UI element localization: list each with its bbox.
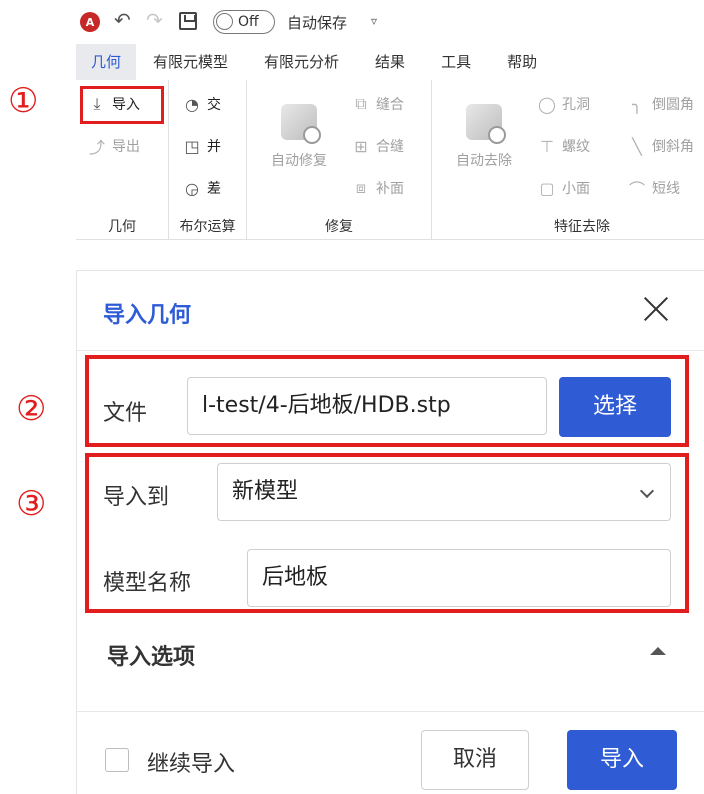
dialog-title: 导入几何: [103, 303, 192, 328]
merge-seam-icon: ⊞: [354, 136, 368, 156]
fillet-icon: ╮: [632, 94, 642, 114]
tab-help[interactable]: 帮助: [494, 44, 550, 80]
continue-import-checkbox[interactable]: [105, 748, 129, 772]
autosave-label: 自动保存: [287, 14, 348, 32]
redo-icon[interactable]: ↷: [146, 8, 163, 32]
tab-geometry[interactable]: 几何: [76, 44, 137, 80]
union-label: 并: [207, 139, 221, 155]
hole-label: 孔洞: [562, 97, 590, 113]
collapse-up-icon[interactable]: [650, 647, 666, 655]
stitch-button[interactable]: ⧉ 缝合: [352, 94, 404, 114]
dialog-footer: 继续导入 取消 导入: [77, 711, 704, 794]
patch-icon: ⧈: [355, 178, 367, 197]
toggle-label: Off: [238, 14, 259, 30]
intersect-label: 交: [207, 97, 221, 113]
qat-dropdown-icon[interactable]: ▿: [371, 14, 377, 28]
group-boolean: ◔ 交 ◳ 并 ◶ 差 布尔运算: [169, 80, 247, 239]
short-edge-label: 短线: [652, 181, 680, 197]
tab-fe-model[interactable]: 有限元模型: [140, 44, 241, 80]
stitch-label: 缝合: [376, 97, 404, 113]
auto-repair-icon: [281, 104, 321, 144]
continue-import-label: 继续导入: [147, 752, 236, 777]
auto-remove-icon: [466, 104, 506, 144]
chamfer-button[interactable]: ╲ 倒斜角: [628, 136, 694, 156]
ribbon: A ↶ ↷ Off 自动保存 ▿ 几何 有限元模型 有限元分析 结果 工具 帮助…: [76, 0, 704, 240]
auto-repair-label: 自动修复: [271, 153, 327, 169]
intersect-icon: ◔: [185, 94, 199, 114]
highlight-target-rows: [85, 453, 689, 613]
merge-seam-button[interactable]: ⊞ 合缝: [352, 136, 404, 156]
fillet-label: 倒圆角: [652, 97, 694, 113]
group-label-feature-removal: 特征去除: [554, 219, 610, 235]
small-face-icon: ▢: [539, 178, 555, 198]
quick-access-toolbar: A ↶ ↷ Off 自动保存 ▿: [76, 0, 704, 44]
fillet-button[interactable]: ╮ 倒圆角: [628, 94, 694, 114]
thread-button[interactable]: ⊤ 螺纹: [538, 136, 590, 156]
auto-remove-label: 自动去除: [456, 153, 512, 169]
tab-results[interactable]: 结果: [362, 44, 418, 80]
short-edge-button[interactable]: ⌒ 短线: [628, 178, 680, 199]
export-button[interactable]: ⤴ 导出: [88, 136, 140, 157]
export-icon: ⤴: [88, 138, 105, 157]
group-label-boolean: 布尔运算: [179, 219, 236, 235]
save-icon[interactable]: [179, 12, 197, 30]
patch-label: 补面: [376, 181, 404, 197]
dialog-header: 导入几何: [77, 271, 704, 351]
auto-remove-button[interactable]: 自动去除: [444, 104, 524, 170]
small-face-label: 小面: [562, 181, 590, 197]
tab-fe-analysis[interactable]: 有限元分析: [251, 44, 352, 80]
confirm-import-button[interactable]: 导入: [567, 730, 677, 790]
step-2-marker: ②: [16, 389, 47, 429]
intersect-button[interactable]: ◔ 交: [183, 94, 221, 114]
group-repair: 自动修复 ⧉ 缝合 ⊞ 合缝 ⧈ 补面 修复: [247, 80, 432, 239]
union-icon: ◳: [184, 136, 200, 156]
subtract-icon: ◶: [185, 178, 199, 198]
export-label: 导出: [112, 139, 140, 155]
stitch-icon: ⧉: [355, 94, 367, 113]
merge-seam-label: 合缝: [376, 139, 404, 155]
ribbon-groups: ⤓ 导入 ⤴ 导出 几何 ◔ 交 ◳ 并 ◶ 差 布尔运算 自动修复 ⧉ 缝合 …: [76, 80, 704, 239]
cancel-button[interactable]: 取消: [421, 730, 529, 790]
import-geometry-dialog: 导入几何 文件 l-test/4-后地板/HDB.stp 选择 导入到 新模型 …: [76, 270, 704, 794]
highlight-import-button: [80, 86, 164, 124]
tab-tools[interactable]: 工具: [428, 44, 484, 80]
auto-repair-button[interactable]: 自动修复: [261, 104, 337, 170]
hole-button[interactable]: ◯ 孔洞: [538, 94, 590, 114]
group-label-repair: 修复: [325, 219, 353, 235]
patch-button[interactable]: ⧈ 补面: [352, 178, 404, 198]
subtract-label: 差: [207, 181, 221, 197]
small-face-button[interactable]: ▢ 小面: [538, 178, 590, 198]
thread-icon: ⊤: [540, 136, 554, 156]
step-1-marker: ①: [8, 81, 39, 121]
highlight-file-row: [85, 355, 689, 447]
hole-icon: ◯: [538, 94, 556, 114]
chamfer-label: 倒斜角: [652, 139, 694, 155]
group-feature-removal: 自动去除 ◯ 孔洞 ⊤ 螺纹 ▢ 小面 ╮ 倒圆角 ╲ 倒斜角 ⌒ 短线 特征去…: [432, 80, 704, 239]
union-button[interactable]: ◳ 并: [183, 136, 221, 156]
step-3-marker: ③: [16, 484, 47, 524]
subtract-button[interactable]: ◶ 差: [183, 178, 221, 198]
close-icon[interactable]: [642, 295, 670, 323]
ribbon-tabs: 几何 有限元模型 有限元分析 结果 工具 帮助: [76, 44, 704, 80]
thread-label: 螺纹: [562, 139, 590, 155]
short-edge-icon: ⌒: [628, 180, 645, 199]
undo-icon[interactable]: ↶: [114, 8, 131, 32]
app-logo-icon: A: [80, 12, 100, 32]
group-label-geometry: 几何: [108, 219, 136, 235]
toggle-knob: [216, 13, 233, 30]
import-options-title: 导入选项: [107, 645, 196, 670]
chamfer-icon: ╲: [632, 136, 642, 156]
autosave-toggle[interactable]: Off: [213, 10, 275, 34]
